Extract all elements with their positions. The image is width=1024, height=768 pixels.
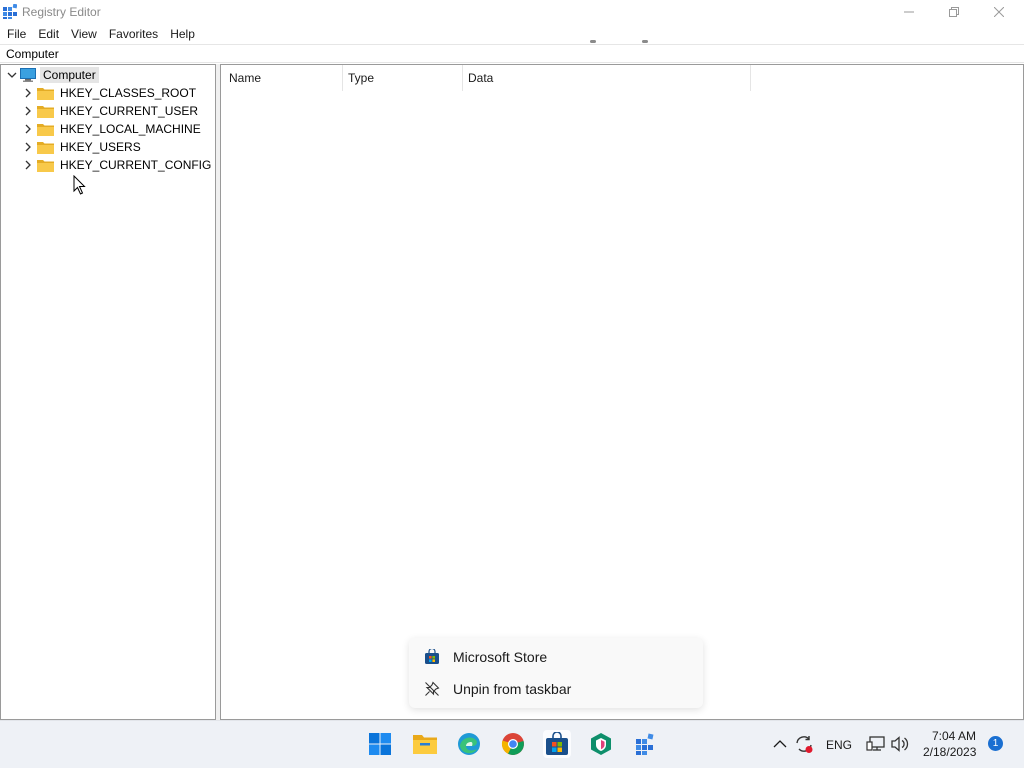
registry-editor-icon [3, 4, 17, 19]
folder-icon [37, 87, 54, 100]
column-header-name[interactable]: Name [229, 65, 261, 91]
speaker-icon [891, 736, 909, 752]
menu-item-label: Microsoft Store [453, 649, 548, 665]
taskbar-chrome[interactable] [499, 730, 527, 758]
unpin-icon [425, 681, 440, 696]
microsoft-store-icon [546, 732, 568, 755]
tree-pane[interactable]: Computer HKEY_CLASSES_ROOT HKEY_CURRENT_… [0, 64, 216, 720]
chevron-right-icon[interactable] [22, 156, 34, 174]
microsoft-store-icon [425, 649, 439, 664]
taskbar-file-explorer[interactable] [411, 730, 439, 758]
clock-time[interactable]: 7:04 AM [932, 729, 976, 743]
tree-label: HKEY_USERS [60, 140, 141, 154]
mouse-cursor-icon [73, 175, 86, 195]
address-path: Computer [6, 47, 59, 61]
clock-date[interactable]: 2/18/2023 [923, 745, 976, 759]
values-list-pane[interactable]: Name Type Data [220, 64, 1024, 720]
tray-sync-button[interactable] [790, 730, 818, 758]
start-icon [369, 733, 391, 755]
folder-icon [37, 123, 54, 136]
menu-item-unpin-from-taskbar[interactable]: Unpin from taskbar [409, 675, 703, 703]
taskbar-security-app[interactable] [587, 730, 615, 758]
tree-label-computer: Computer [40, 67, 99, 83]
menu-item-label: Unpin from taskbar [453, 681, 572, 697]
chevron-up-icon [773, 740, 787, 748]
address-bar[interactable]: Computer [0, 44, 1024, 63]
minimize-icon [904, 11, 914, 13]
tree-item-hkey-users[interactable]: HKEY_USERS [22, 138, 141, 156]
folder-icon [37, 159, 54, 172]
menu-help[interactable]: Help [163, 24, 200, 44]
close-button[interactable] [976, 0, 1022, 24]
tree-label: HKEY_CURRENT_CONFIG [60, 158, 212, 172]
close-icon [994, 7, 1004, 17]
language-indicator[interactable]: ENG [826, 738, 852, 752]
network-icon [866, 736, 885, 751]
taskbar-context-menu: Microsoft Store Unpin from taskbar [409, 638, 703, 708]
menu-file[interactable]: File [0, 24, 31, 44]
menu-view[interactable]: View [64, 24, 102, 44]
running-indicator [590, 40, 596, 43]
security-app-icon [591, 733, 611, 755]
menu-favorites[interactable]: Favorites [102, 24, 163, 44]
taskbar-registry-editor[interactable] [631, 730, 659, 758]
menu-edit[interactable]: Edit [31, 24, 64, 44]
chevron-right-icon[interactable] [22, 138, 34, 156]
tree-item-computer[interactable]: Computer [6, 66, 99, 84]
menu-bar: File Edit View Favorites Help [0, 24, 1024, 44]
start-button[interactable] [366, 730, 394, 758]
tree-label: HKEY_LOCAL_MACHINE [60, 122, 201, 136]
computer-icon [20, 68, 36, 82]
tree-item-hkey-local-machine[interactable]: HKEY_LOCAL_MACHINE [22, 120, 201, 138]
column-divider[interactable] [342, 65, 343, 91]
chevron-right-icon[interactable] [22, 84, 34, 102]
minimize-button[interactable] [886, 0, 932, 24]
folder-icon [37, 105, 54, 118]
chevron-down-icon[interactable] [6, 66, 18, 84]
column-header-data[interactable]: Data [468, 65, 493, 91]
title-bar: Registry Editor [0, 0, 1024, 24]
file-explorer-icon [413, 735, 437, 754]
chevron-right-icon[interactable] [22, 102, 34, 120]
taskbar-microsoft-store[interactable] [543, 730, 571, 758]
restore-button[interactable] [931, 0, 977, 24]
tree-item-hkey-current-config[interactable]: HKEY_CURRENT_CONFIG [22, 156, 211, 174]
tree-item-hkey-classes-root[interactable]: HKEY_CLASSES_ROOT [22, 84, 196, 102]
chevron-right-icon[interactable] [22, 120, 34, 138]
registry-editor-icon [636, 733, 654, 755]
column-divider[interactable] [462, 65, 463, 91]
menu-item-microsoft-store[interactable]: Microsoft Store [409, 643, 703, 671]
column-divider[interactable] [750, 65, 751, 91]
notification-badge[interactable]: 1 [988, 736, 1003, 751]
tree-label: HKEY_CURRENT_USER [60, 104, 199, 118]
edge-icon [458, 733, 480, 755]
window-title: Registry Editor [22, 5, 101, 19]
column-header-type[interactable]: Type [348, 65, 374, 91]
folder-icon [37, 141, 54, 154]
chrome-icon [501, 733, 524, 755]
taskbar-edge[interactable] [455, 730, 483, 758]
tree-label: HKEY_CLASSES_ROOT [60, 86, 197, 100]
tray-volume-button[interactable] [886, 730, 914, 758]
sync-icon [796, 736, 813, 753]
tree-item-hkey-current-user[interactable]: HKEY_CURRENT_USER [22, 102, 198, 120]
restore-icon [949, 7, 959, 17]
running-indicator [642, 40, 648, 43]
